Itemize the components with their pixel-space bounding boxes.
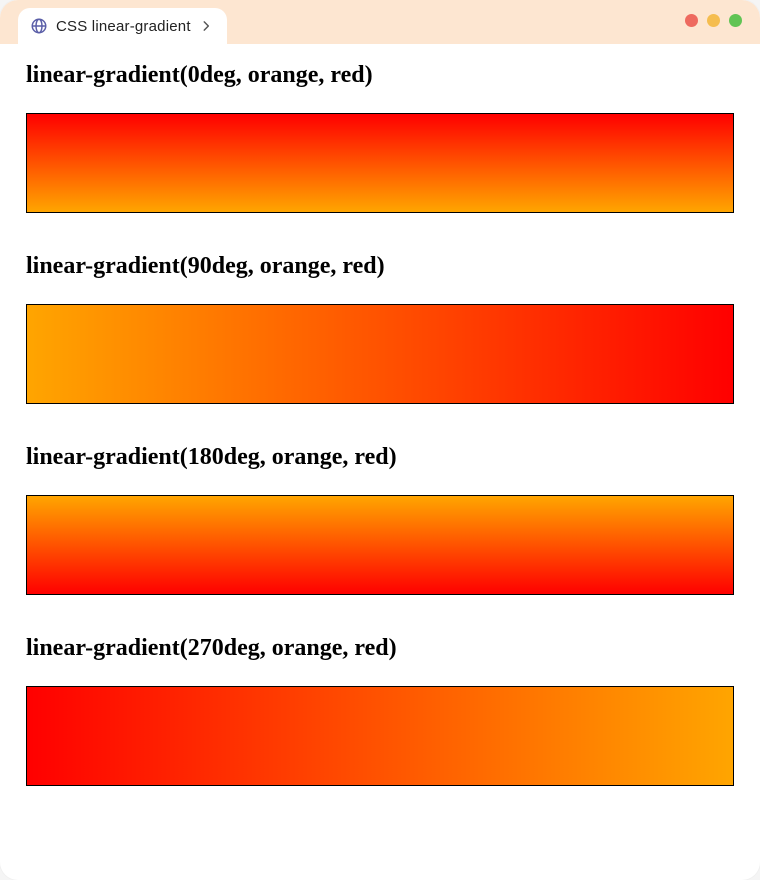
example-heading-2: linear-gradient(180deg, orange, red) xyxy=(26,444,734,471)
gradient-swatch-2 xyxy=(26,495,734,595)
page-content: linear-gradient(0deg, orange, red) linea… xyxy=(0,44,760,786)
titlebar: CSS linear-gradient xyxy=(0,0,760,44)
window-close-button[interactable] xyxy=(685,14,698,27)
globe-icon xyxy=(30,17,48,35)
tab-title: CSS linear-gradient xyxy=(56,18,191,35)
example-heading-0: linear-gradient(0deg, orange, red) xyxy=(26,62,734,89)
gradient-swatch-3 xyxy=(26,686,734,786)
example-heading-3: linear-gradient(270deg, orange, red) xyxy=(26,635,734,662)
gradient-swatch-0 xyxy=(26,113,734,213)
example-heading-1: linear-gradient(90deg, orange, red) xyxy=(26,253,734,280)
window-controls xyxy=(685,14,742,27)
gradient-swatch-1 xyxy=(26,304,734,404)
browser-tab[interactable]: CSS linear-gradient xyxy=(18,8,227,44)
browser-window: CSS linear-gradient linear-gradient(0deg… xyxy=(0,0,760,880)
window-minimize-button[interactable] xyxy=(707,14,720,27)
window-maximize-button[interactable] xyxy=(729,14,742,27)
chevron-right-icon xyxy=(199,19,213,33)
